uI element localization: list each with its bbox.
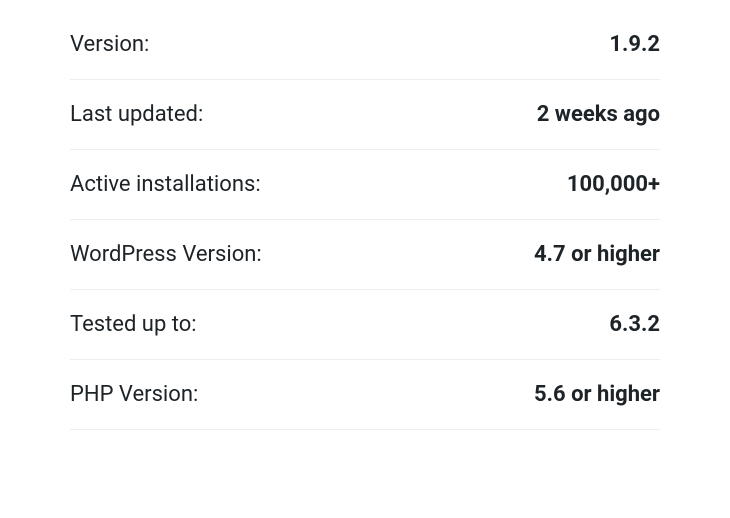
plugin-info-list: Version: 1.9.2 Last updated: 2 weeks ago… [0, 10, 730, 430]
info-value: 4.7 or higher [534, 242, 660, 267]
info-value: 6.3.2 [609, 312, 660, 337]
info-label: Tested up to: [70, 312, 197, 337]
info-label: Active installations: [70, 172, 261, 197]
info-row-tested-up-to: Tested up to: 6.3.2 [70, 290, 660, 360]
info-value: 100,000+ [567, 172, 660, 197]
info-label: PHP Version: [70, 382, 198, 407]
info-value: 2 weeks ago [537, 102, 660, 127]
info-value: 1.9.2 [609, 32, 660, 57]
info-row-active-installations: Active installations: 100,000+ [70, 150, 660, 220]
info-row-wordpress-version: WordPress Version: 4.7 or higher [70, 220, 660, 290]
info-row-last-updated: Last updated: 2 weeks ago [70, 80, 660, 150]
info-value: 5.6 or higher [534, 382, 660, 407]
info-row-version: Version: 1.9.2 [70, 10, 660, 80]
info-label: Version: [70, 32, 149, 57]
info-row-php-version: PHP Version: 5.6 or higher [70, 360, 660, 430]
info-label: WordPress Version: [70, 242, 262, 267]
info-label: Last updated: [70, 102, 203, 127]
